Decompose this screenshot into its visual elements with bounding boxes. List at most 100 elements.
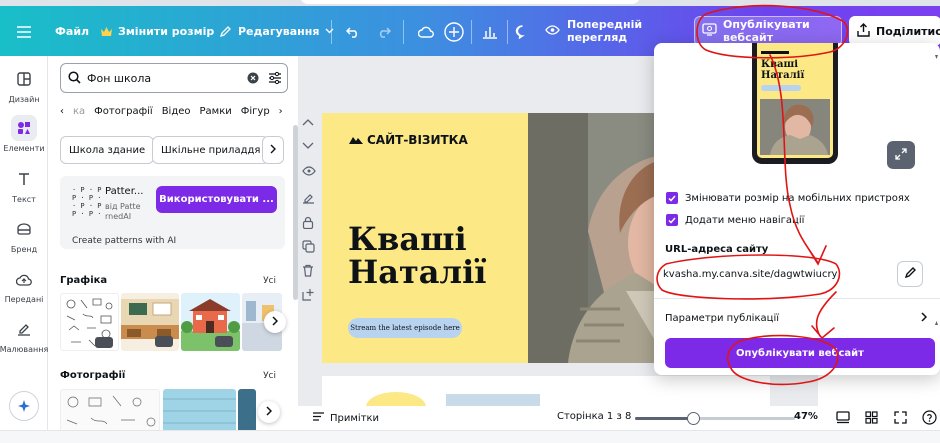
- rail-label: Передані: [4, 295, 44, 304]
- tab-videos[interactable]: Відео: [162, 106, 191, 117]
- rail-item-elements[interactable]: Елементи: [0, 115, 48, 153]
- category-tabs: ‹ ка Фотографії Відео Рамки Фігур ›: [60, 101, 292, 121]
- cloud-saved-icon[interactable]: [413, 19, 439, 45]
- edit-notes-icon[interactable]: [302, 192, 316, 206]
- chip-school-building[interactable]: Школа здание: [60, 136, 155, 164]
- hide-eye-icon[interactable]: [302, 166, 316, 180]
- file-menu[interactable]: Файл: [55, 6, 89, 56]
- mobile-logo-bar: [761, 51, 789, 54]
- share-button[interactable]: Поділитися: [849, 16, 940, 46]
- chevron-right-icon: [266, 405, 273, 419]
- collapse-up-icon[interactable]: [302, 116, 316, 130]
- tab-photos[interactable]: Фотографії: [94, 106, 153, 117]
- graphics-title: Графіка: [60, 275, 108, 286]
- use-pattern-button[interactable]: Використовувати ...: [156, 186, 277, 213]
- trash-icon[interactable]: [302, 264, 316, 278]
- hero-line-2: Наталії: [348, 253, 487, 291]
- panel-divider: [654, 298, 940, 299]
- chip-school-supplies[interactable]: Шкільне приладдя: [152, 136, 270, 164]
- preview-button[interactable]: Попередній перегляд: [537, 16, 685, 46]
- grid-view-icon[interactable]: [865, 411, 878, 427]
- patterns-logo: · P · P P · P · · P · P P · P ·: [72, 186, 102, 218]
- publish-settings-row[interactable]: Параметри публікації: [665, 306, 928, 330]
- magic-sparkle-icon[interactable]: [9, 391, 39, 421]
- lock-icon[interactable]: [302, 216, 316, 230]
- episode-pill-button[interactable]: Stream the latest episode here: [348, 318, 462, 338]
- zoom-slider-fill: [635, 417, 693, 420]
- add-page-icon[interactable]: [302, 288, 316, 302]
- pencil-icon: [904, 266, 917, 282]
- graphics-see-all[interactable]: Усі: [263, 276, 276, 286]
- help-icon[interactable]: [922, 410, 937, 428]
- rail-item-uploads[interactable]: Передані: [0, 266, 48, 304]
- edit-url-button[interactable]: [897, 261, 923, 287]
- toolbar-divider: [507, 20, 508, 44]
- page-logo[interactable]: САЙТ-ВІЗИТКА: [349, 133, 468, 147]
- rail-item-draw[interactable]: Малювання: [0, 316, 48, 354]
- expand-preview-button[interactable]: [887, 141, 915, 169]
- tab-shapes[interactable]: Фігур: [241, 106, 270, 117]
- rail-item-brand[interactable]: Бренд: [0, 216, 48, 254]
- graphics-next-button[interactable]: [264, 311, 286, 333]
- page-counter[interactable]: Сторінка 1 з 8: [557, 411, 631, 422]
- rail-item-design[interactable]: Дизайн: [0, 66, 48, 104]
- mobile-pill: [761, 85, 801, 91]
- rail-label: Дизайн: [8, 95, 40, 104]
- add-icon[interactable]: [441, 19, 467, 45]
- rail-item-text[interactable]: Текст: [0, 166, 48, 204]
- notes-button[interactable]: Примітки: [312, 411, 379, 425]
- address-bar[interactable]: [300, 0, 640, 4]
- collapse-down-icon[interactable]: [302, 140, 316, 154]
- edit-menu[interactable]: Редагування: [219, 6, 334, 56]
- patterns-footer: Create patterns with AI: [72, 236, 177, 246]
- premium-badge-icon: [95, 337, 113, 348]
- eye-icon: [545, 24, 560, 38]
- chips-next-button[interactable]: [262, 136, 284, 164]
- search-input[interactable]: [87, 70, 227, 86]
- share-icon: [857, 22, 870, 40]
- photos-see-all[interactable]: Усі: [263, 371, 276, 381]
- graphic-thumb-school[interactable]: [181, 293, 240, 351]
- elements-icon: [11, 115, 37, 141]
- resize-mobile-checkbox[interactable]: Змінювати розмір на мобільних пристроях: [666, 192, 910, 204]
- tab-frames[interactable]: Рамки: [200, 106, 232, 117]
- add-nav-checkbox[interactable]: Додати меню навігації: [666, 214, 804, 226]
- photos-next-button[interactable]: [258, 401, 280, 423]
- zoom-slider-knob[interactable]: [686, 412, 700, 425]
- tab-partial[interactable]: ка: [73, 106, 85, 117]
- draw-icon: [11, 316, 37, 342]
- publish-website-submit-button[interactable]: Опублікувати вебсайт: [665, 338, 935, 368]
- mobile-preview: Кваші Наталії: [752, 43, 838, 164]
- fullscreen-icon[interactable]: [894, 411, 907, 427]
- undo-icon[interactable]: [340, 19, 366, 45]
- zoom-slider[interactable]: [635, 412, 795, 425]
- publish-website-panel: Кваші Наталії Змінювати розмір на мобільн…: [654, 43, 940, 375]
- zoom-level[interactable]: 47%: [794, 411, 818, 422]
- resize-menu[interactable]: Змінити розмір: [101, 6, 214, 56]
- site-url[interactable]: kvasha.my.canva.site/dagwtwiucry: [663, 264, 841, 284]
- page-view-icon[interactable]: [836, 411, 850, 427]
- tabs-scroll-right[interactable]: ›: [279, 106, 283, 117]
- comment-icon[interactable]: [509, 19, 535, 45]
- patterns-author: від Patte rnedAI: [105, 202, 141, 221]
- notes-icon: [312, 411, 325, 425]
- resize-mobile-label: Змінювати розмір на мобільних пристроях: [685, 192, 910, 204]
- publish-website-button[interactable]: Опублікувати вебсайт: [694, 16, 842, 46]
- graphic-thumb-classroom[interactable]: [121, 293, 179, 351]
- design-page-2-preview[interactable]: [322, 376, 770, 408]
- page-hero-title[interactable]: Кваші Наталії: [348, 223, 486, 289]
- resize-label: Змінити розмір: [118, 24, 215, 38]
- graphic-thumb-doodles[interactable]: [60, 293, 119, 351]
- analytics-icon[interactable]: [477, 19, 503, 45]
- publish-panel-scrollbar[interactable]: [935, 55, 938, 325]
- premium-badge-icon: [215, 336, 233, 347]
- uploads-icon: [11, 266, 37, 292]
- clear-icon[interactable]: [247, 72, 259, 87]
- rail-label: Бренд: [10, 245, 38, 254]
- patterns-app-card[interactable]: · P · P P · P · · P · P P · P · Patter..…: [60, 176, 285, 249]
- tabs-scroll-left[interactable]: ‹: [60, 106, 64, 117]
- filter-icon[interactable]: [268, 71, 282, 88]
- duplicate-icon[interactable]: [302, 240, 316, 254]
- redo-icon[interactable]: [371, 19, 397, 45]
- hamburger-icon[interactable]: [11, 19, 37, 45]
